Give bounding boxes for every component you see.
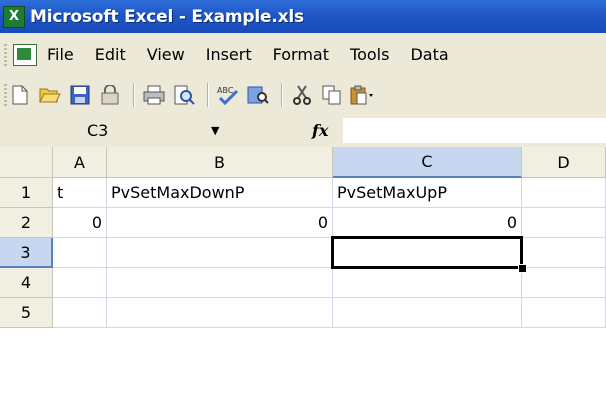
cell-d4[interactable]	[522, 268, 606, 298]
row-header-1[interactable]: 1	[0, 178, 53, 208]
new-icon[interactable]	[7, 82, 33, 108]
workbook-icon[interactable]	[13, 43, 37, 66]
cell-d3[interactable]	[522, 238, 606, 268]
cell-c1[interactable]: PvSetMaxUpP	[333, 178, 522, 208]
title-bar: X Microsoft Excel - Example.xls	[0, 0, 606, 33]
row-header-5[interactable]: 5	[0, 298, 53, 328]
formula-bar: C3 ▼ fx	[0, 114, 606, 147]
insert-function-icon[interactable]: fx	[312, 121, 328, 140]
window-title: Microsoft Excel - Example.xls	[30, 6, 304, 27]
cut-icon[interactable]	[289, 82, 315, 108]
toolbar-separator	[133, 83, 135, 107]
copy-icon[interactable]	[319, 82, 345, 108]
cell-b1[interactable]: PvSetMaxDownP	[107, 178, 333, 208]
cell-d1[interactable]	[522, 178, 606, 208]
select-all-corner[interactable]	[0, 147, 53, 178]
cell-a3[interactable]	[53, 238, 107, 268]
cell-d5[interactable]	[522, 298, 606, 328]
toolbar-separator	[281, 83, 283, 107]
fill-handle[interactable]	[518, 264, 527, 273]
menu-grip[interactable]	[4, 43, 7, 66]
print-preview-icon[interactable]	[171, 82, 197, 108]
menu-insert[interactable]: Insert	[206, 45, 252, 64]
cell-b3[interactable]	[107, 238, 333, 268]
menu-edit[interactable]: Edit	[95, 45, 126, 64]
paste-icon[interactable]	[349, 82, 375, 108]
column-header-d[interactable]: D	[522, 147, 606, 178]
active-cell-border[interactable]	[331, 236, 523, 269]
cell-a1[interactable]: t	[53, 178, 107, 208]
cell-a4[interactable]	[53, 268, 107, 298]
excel-app-icon[interactable]: X	[3, 5, 25, 28]
cell-a2[interactable]: 0	[53, 208, 107, 238]
menu-bar: File Edit View Insert Format Tools Data	[0, 33, 606, 77]
row-header-2[interactable]: 2	[0, 208, 53, 238]
column-header-c[interactable]: C	[333, 147, 522, 178]
open-icon[interactable]	[37, 82, 63, 108]
spreadsheet-grid: A B C D 1 2 3 4 5 t PvSetMaxDownP PvSetM…	[0, 147, 606, 417]
permission-icon[interactable]	[97, 82, 123, 108]
standard-toolbar: ABC	[0, 76, 606, 115]
cell-c4[interactable]	[333, 268, 522, 298]
chevron-down-icon[interactable]: ▼	[211, 124, 219, 137]
spelling-icon[interactable]: ABC	[215, 82, 241, 108]
row-header-4[interactable]: 4	[0, 268, 53, 298]
menu-file[interactable]: File	[47, 45, 74, 64]
svg-text:ABC: ABC	[217, 86, 234, 95]
menu-tools[interactable]: Tools	[350, 45, 389, 64]
name-box[interactable]: C3 ▼	[2, 117, 227, 144]
row-header-3[interactable]: 3	[0, 238, 53, 268]
research-icon[interactable]	[245, 82, 271, 108]
menu-format[interactable]: Format	[273, 45, 329, 64]
toolbar-separator	[207, 83, 209, 107]
menu-view[interactable]: View	[147, 45, 185, 64]
cell-b2[interactable]: 0	[107, 208, 333, 238]
cell-c5[interactable]	[333, 298, 522, 328]
print-icon[interactable]	[141, 82, 167, 108]
formula-input[interactable]	[343, 118, 606, 143]
save-icon[interactable]	[67, 82, 93, 108]
cell-b4[interactable]	[107, 268, 333, 298]
column-header-b[interactable]: B	[107, 147, 333, 178]
name-box-value[interactable]: C3	[87, 121, 108, 140]
cell-b5[interactable]	[107, 298, 333, 328]
cell-a5[interactable]	[53, 298, 107, 328]
menu-data[interactable]: Data	[410, 45, 448, 64]
cell-c2[interactable]: 0	[333, 208, 522, 238]
column-header-a[interactable]: A	[53, 147, 107, 178]
cell-d2[interactable]	[522, 208, 606, 238]
